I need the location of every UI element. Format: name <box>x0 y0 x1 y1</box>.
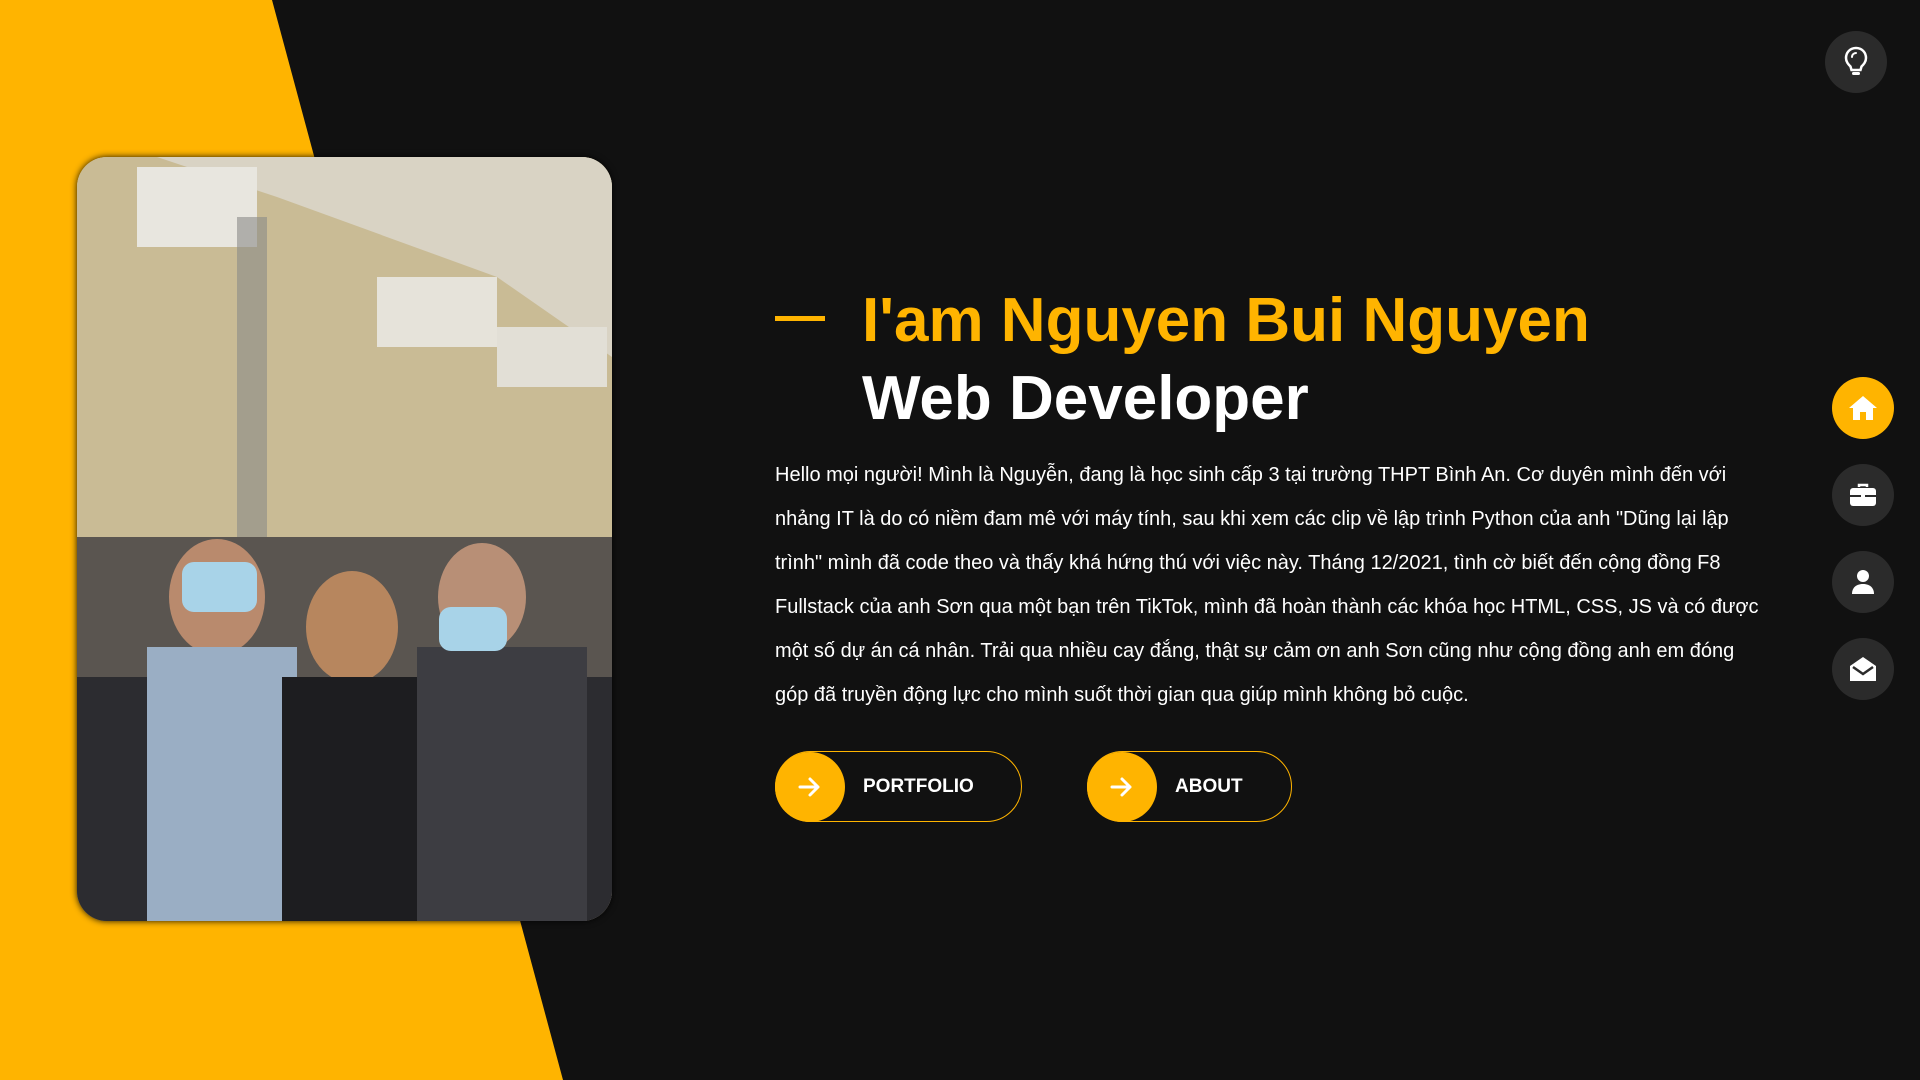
profile-photo <box>77 157 612 921</box>
about-button-label: ABOUT <box>1175 775 1243 797</box>
user-icon <box>1852 570 1874 594</box>
arrow-right-icon <box>775 751 845 822</box>
nav-home-button[interactable] <box>1832 377 1894 439</box>
lightbulb-icon <box>1844 46 1868 75</box>
envelope-open-icon <box>1850 657 1876 681</box>
theme-toggle-button[interactable] <box>1825 31 1887 93</box>
nav-contact-button[interactable] <box>1832 638 1894 700</box>
portfolio-button-label: PORTFOLIO <box>863 775 974 797</box>
hero-bio: Hello mọi người! Mình là Nguyễn, đang là… <box>775 464 1759 706</box>
nav-about-button[interactable] <box>1832 551 1894 613</box>
hero-heading: I'am Nguyen Bui Nguyen Web Developer <box>862 282 1590 438</box>
about-button[interactable]: ABOUT <box>1087 751 1292 822</box>
home-icon <box>1849 396 1877 420</box>
briefcase-icon <box>1850 483 1876 506</box>
title-accent-line <box>775 316 825 321</box>
nav-portfolio-button[interactable] <box>1832 464 1894 526</box>
portfolio-button[interactable]: PORTFOLIO <box>775 751 1022 822</box>
hero-name: I'am Nguyen Bui Nguyen <box>862 286 1590 355</box>
hero-role: Web Developer <box>862 364 1309 433</box>
profile-photo-image <box>77 157 612 921</box>
arrow-right-icon <box>1087 751 1157 822</box>
